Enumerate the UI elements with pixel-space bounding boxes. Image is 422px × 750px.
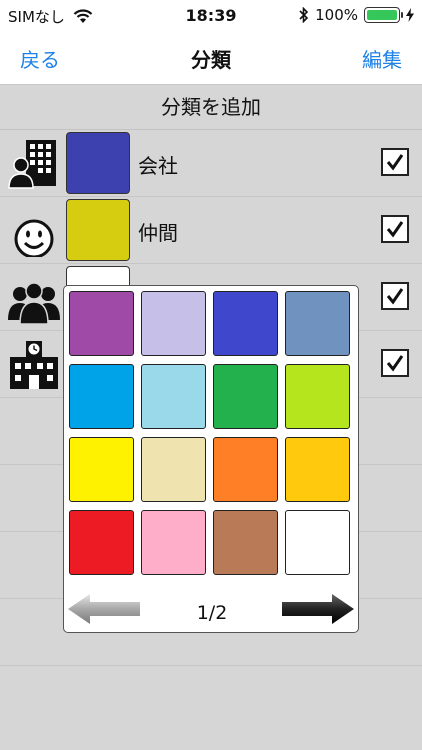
color-swatch[interactable] <box>285 364 350 429</box>
visibility-checkbox[interactable] <box>381 282 409 310</box>
checkmark-icon <box>386 154 404 171</box>
bluetooth-icon <box>299 7 309 23</box>
category-label: 会社 <box>138 154 178 178</box>
visibility-checkbox[interactable] <box>381 148 409 176</box>
checkmark-icon <box>386 288 404 305</box>
right-arrow-icon[interactable] <box>280 592 356 626</box>
color-swatch[interactable] <box>69 291 134 356</box>
color-swatch[interactable] <box>69 437 134 502</box>
category-row[interactable]: 会社 <box>0 130 422 197</box>
visibility-checkbox[interactable] <box>381 215 409 243</box>
battery-percent: 100% <box>315 6 358 24</box>
category-color-swatch[interactable] <box>66 132 130 194</box>
status-right: 100% <box>299 6 414 24</box>
checkmark-icon <box>386 221 404 238</box>
color-palette-grid <box>69 291 350 575</box>
navigation-bar: 戻る 分類 編集 <box>0 32 422 85</box>
category-row[interactable]: 仲間 <box>0 197 422 264</box>
color-swatch[interactable] <box>285 510 350 575</box>
color-swatch[interactable] <box>69 364 134 429</box>
school-building-icon <box>10 341 58 389</box>
visibility-checkbox[interactable] <box>381 349 409 377</box>
category-color-swatch[interactable] <box>66 199 130 261</box>
color-swatch[interactable] <box>213 364 278 429</box>
color-swatch[interactable] <box>141 510 206 575</box>
checkmark-icon <box>386 355 404 372</box>
color-swatch[interactable] <box>285 437 350 502</box>
group-people-icon <box>8 282 60 324</box>
color-swatch[interactable] <box>213 510 278 575</box>
category-label: 仲間 <box>138 221 178 245</box>
color-swatch[interactable] <box>285 291 350 356</box>
color-swatch[interactable] <box>213 437 278 502</box>
add-category-button[interactable]: 分類を追加 <box>0 85 422 130</box>
smiley-face-icon <box>14 219 54 257</box>
color-swatch[interactable] <box>141 437 206 502</box>
color-swatch[interactable] <box>69 510 134 575</box>
page-title: 分類 <box>191 48 231 72</box>
color-swatch[interactable] <box>213 291 278 356</box>
color-picker-popup: 1/2 <box>63 285 359 633</box>
color-swatch[interactable] <box>141 291 206 356</box>
charging-bolt-icon <box>406 8 414 22</box>
office-worker-icon <box>8 140 56 189</box>
edit-button[interactable]: 編集 <box>362 44 402 73</box>
color-swatch[interactable] <box>141 364 206 429</box>
status-bar: SIMなし 18:39 100% <box>0 0 422 32</box>
battery-icon <box>364 7 403 23</box>
